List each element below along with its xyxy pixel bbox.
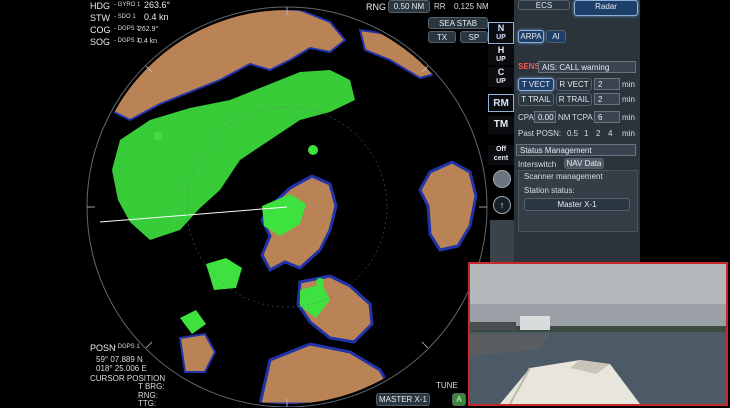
- true-trail-button[interactable]: T TRAIL: [518, 93, 554, 106]
- stw-label: STW: [90, 13, 110, 23]
- compass-icon[interactable]: ↑: [493, 196, 511, 214]
- off-centre-label-2: cent: [493, 155, 509, 162]
- tcpa-field[interactable]: 6: [594, 111, 620, 123]
- tcpa-label: TCPA: [572, 113, 593, 122]
- camera-image: [470, 264, 726, 404]
- relative-vector-button[interactable]: R VECT: [556, 78, 592, 91]
- station-status-label: Station status:: [524, 186, 575, 195]
- posn-label: POSN: [90, 343, 116, 353]
- hdg-label: HDG: [90, 1, 110, 11]
- tcpa-unit: min: [622, 113, 635, 122]
- past-opt-0[interactable]: 0.5: [567, 129, 578, 138]
- head-up-label-1: H: [497, 45, 505, 55]
- longitude: 018° 25.006 E: [96, 364, 147, 373]
- stw-source: - SDO 1: [114, 14, 136, 20]
- trail-unit: min: [622, 95, 635, 104]
- course-up-button[interactable]: C UP: [488, 67, 514, 87]
- past-posn-label: Past POSN:: [518, 129, 562, 138]
- true-bearing-label: T BRG:: [138, 382, 165, 391]
- relative-motion-button[interactable]: RM: [488, 94, 514, 112]
- true-motion-button[interactable]: TM: [488, 116, 514, 134]
- cog-label: COG: [90, 25, 111, 35]
- trail-time-field[interactable]: 2: [594, 93, 620, 105]
- head-up-button[interactable]: H UP: [488, 45, 514, 65]
- sog-label: SOG: [90, 37, 111, 47]
- cog-source: - DGPS 1: [114, 26, 140, 32]
- stw-value: 0.4 kn: [144, 12, 169, 22]
- vector-time-field[interactable]: 2: [594, 78, 620, 90]
- arpa-button[interactable]: ARPA: [518, 30, 544, 43]
- past-opt-3[interactable]: 4: [608, 129, 612, 138]
- course-up-label-1: C: [497, 67, 505, 77]
- relative-trail-button[interactable]: R TRAIL: [556, 93, 592, 106]
- scanner-management-title: Scanner management: [524, 172, 603, 181]
- sog-source: - DGPS 1: [114, 38, 140, 44]
- past-opt-1[interactable]: 1: [584, 129, 588, 138]
- true-vector-button[interactable]: T VECT: [518, 78, 554, 91]
- hdg-value: 263.6°: [144, 0, 171, 10]
- past-opt-2[interactable]: 2: [596, 129, 600, 138]
- cpa-label: CPA: [518, 113, 534, 122]
- ais-warning-select[interactable]: AIS: CALL warning: [538, 61, 636, 73]
- tx-button[interactable]: TX: [428, 31, 456, 43]
- master-select[interactable]: MASTER X-1: [376, 393, 430, 406]
- north-up-label-1: N: [497, 23, 505, 33]
- hdg-source: - GYRO 1: [114, 2, 141, 8]
- range-select[interactable]: 0.50 NM: [388, 0, 430, 13]
- sea-stab-button[interactable]: SEA STAB: [428, 17, 488, 29]
- interswitch-tab[interactable]: Interswitch: [518, 160, 556, 169]
- off-centre-button[interactable]: Off cent: [488, 145, 514, 165]
- rng-label: RNG: [366, 2, 386, 12]
- tab-radar[interactable]: Radar: [574, 0, 638, 16]
- tab-ecs[interactable]: ECS: [518, 0, 570, 10]
- sens-label: SENS: [518, 62, 540, 71]
- control-panel: ECS Radar ARPA AI SENS AIS: CALL warning…: [514, 0, 640, 262]
- master-x1-status[interactable]: Master X-1: [524, 198, 630, 211]
- vector-unit: min: [622, 80, 635, 89]
- nav-data-tab[interactable]: NAV Data: [564, 158, 604, 169]
- past-unit: min: [622, 129, 635, 138]
- nm-label: NM: [558, 113, 571, 122]
- rr-value: 0.125 NM: [454, 2, 489, 11]
- cpa-field[interactable]: 0.00: [534, 111, 556, 123]
- north-up-label-2: UP: [496, 34, 506, 41]
- sp-button[interactable]: SP: [460, 31, 488, 43]
- rr-label: RR: [434, 2, 446, 11]
- status-management-select[interactable]: Status Management: [516, 144, 636, 156]
- camera-feed: [468, 262, 728, 406]
- centre-knob-icon[interactable]: [493, 170, 511, 188]
- radar-scope[interactable]: [0, 0, 490, 407]
- head-up-label-2: UP: [496, 56, 506, 63]
- sog-value: 0.4 kn: [138, 38, 158, 45]
- posn-source: - DGPS 1: [114, 344, 140, 350]
- north-up-button[interactable]: N UP: [488, 22, 514, 44]
- cog-value: 262.9°: [138, 26, 159, 33]
- ai-button[interactable]: AI: [546, 30, 566, 43]
- course-up-label-2: UP: [496, 78, 506, 85]
- tune-label: TUNE: [436, 381, 458, 390]
- off-centre-label-1: Off: [495, 146, 507, 153]
- side-slider[interactable]: [490, 220, 514, 262]
- latitude: 59° 07.889 N: [96, 355, 143, 364]
- auto-tune-button[interactable]: A: [452, 393, 466, 406]
